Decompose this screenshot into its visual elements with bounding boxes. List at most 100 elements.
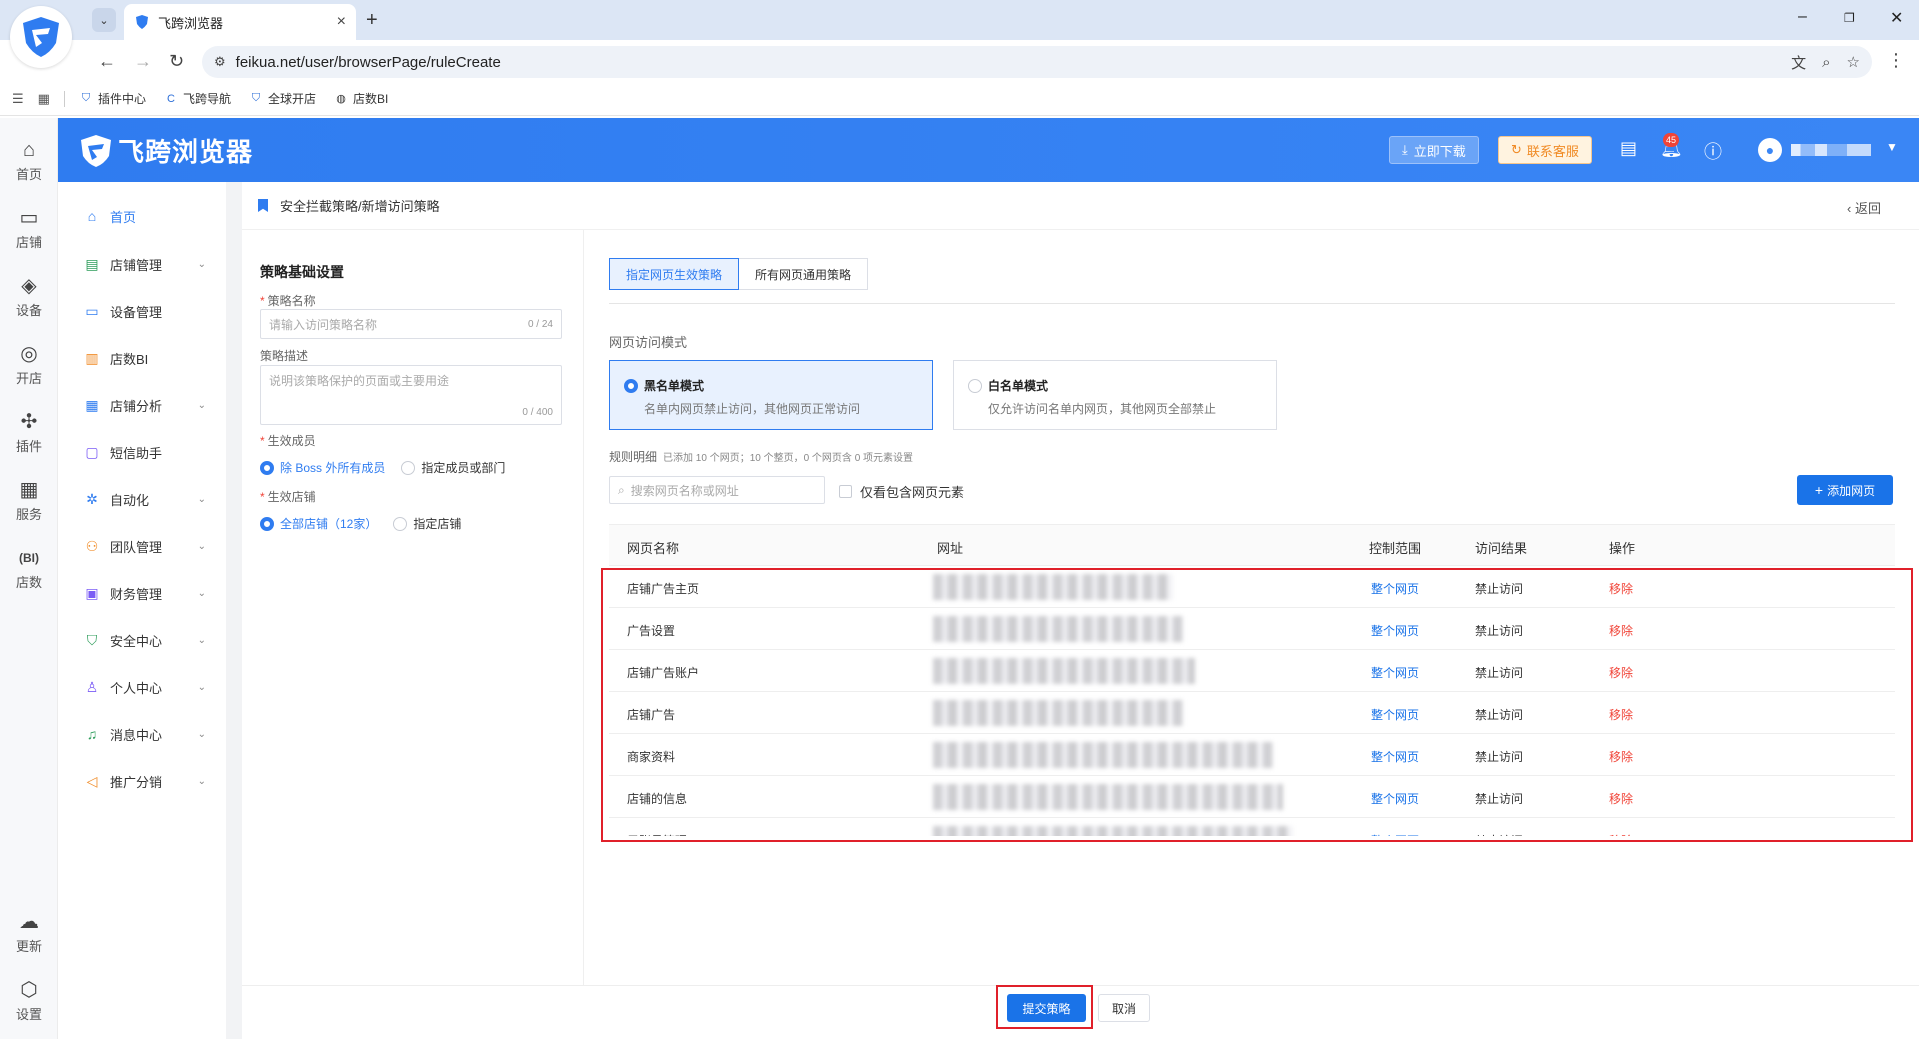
sidebar-item-sms[interactable]: ▢ 短信助手 [58, 432, 226, 472]
sidebar-item-home[interactable]: ⌂ 首页 [58, 196, 226, 236]
page-search-input[interactable]: ⌕ 搜索网页名称或网址 [609, 476, 825, 504]
remove-link[interactable]: 移除 [1609, 622, 1633, 639]
bookmark-global-store[interactable]: ⛉ 全球开店 [249, 90, 316, 107]
members-specific-radio[interactable]: 指定成员或部门 [401, 459, 505, 476]
sidebar-item-personal[interactable]: ♙ 个人中心 ⌄ [58, 667, 226, 707]
close-tab-icon[interactable]: × [337, 13, 346, 31]
layout-gutter [226, 182, 242, 1039]
policy-name-input[interactable]: 请输入访问策略名称 0 / 24 [260, 309, 562, 339]
restore-icon[interactable]: ❐ [1844, 11, 1855, 25]
tab-specific-pages[interactable]: 指定网页生效策略 [609, 258, 740, 290]
notes-icon[interactable]: ▤ [1620, 138, 1637, 159]
remove-link[interactable]: 移除 [1609, 706, 1633, 723]
submit-policy-button[interactable]: 提交策略 [1007, 994, 1086, 1022]
remove-link[interactable]: 移除 [1609, 832, 1633, 836]
bookmark-label: 插件中心 [97, 92, 146, 106]
rail-item-plugins[interactable]: ✣ 插件 [0, 410, 58, 455]
remove-link[interactable]: 移除 [1609, 664, 1633, 681]
back-link[interactable]: ‹ 返回 [1847, 198, 1881, 217]
sidebar-item-store-analysis[interactable]: ▦ 店铺分析 ⌄ [58, 385, 226, 425]
bookmark-flag-icon [258, 199, 268, 212]
reload-icon[interactable]: ↻ [169, 51, 184, 71]
sidebar-item-security[interactable]: ⛉ 安全中心 ⌄ [58, 620, 226, 660]
address-url[interactable]: feikua.net/user/browserPage/ruleCreate [236, 54, 1775, 71]
bookmark-store-bi[interactable]: ◍ 店数BI [334, 90, 388, 107]
cancel-button[interactable]: 取消 [1098, 994, 1150, 1022]
bookmark-plugin-center[interactable]: ⛉ 插件中心 [79, 90, 146, 107]
rail-item-bi[interactable]: (BI) 店数 [0, 546, 58, 591]
stores-all-radio[interactable]: 全部店铺（12家） [260, 515, 377, 532]
remove-link[interactable]: 移除 [1609, 748, 1633, 765]
sidebar-item-store-bi[interactable]: ▥ 店数BI [58, 338, 226, 378]
scope-link[interactable]: 整个网页 [1371, 706, 1419, 723]
remove-link[interactable]: 移除 [1609, 580, 1633, 597]
rail-item-device[interactable]: ◈ 设备 [0, 274, 58, 319]
sidebar-toggle-icon[interactable]: ☰ [12, 91, 24, 107]
bookmark-label: 飞跨导航 [182, 92, 231, 106]
shield-icon: ⛉ [81, 92, 91, 104]
scope-link[interactable]: 整个网页 [1371, 748, 1419, 765]
back-arrow-icon[interactable]: ← [98, 51, 116, 71]
help-icon[interactable]: ⓘ [1704, 138, 1722, 164]
scope-link[interactable]: 整个网页 [1371, 622, 1419, 639]
bookmark-star-icon[interactable]: ☆ [1847, 53, 1860, 71]
chevron-down-icon: ⌄ [197, 493, 206, 505]
rail-item-open-store[interactable]: ◎ 开店 [0, 342, 58, 387]
rail-item-update[interactable]: ☁ 更新 [0, 910, 58, 955]
sidebar-item-team[interactable]: ⚇ 团队管理 ⌄ [58, 526, 226, 566]
minimize-icon[interactable]: – [1798, 8, 1807, 26]
table-row: 子账号管理 整个网页 禁止访问 移除 [609, 818, 1895, 836]
scope-link[interactable]: 整个网页 [1371, 580, 1419, 597]
message-icon: ▢ [85, 443, 99, 460]
tab-all-pages[interactable]: 所有网页通用策略 [739, 258, 869, 290]
address-bar[interactable]: ⚙ feikua.net/user/browserPage/ruleCreate… [202, 46, 1872, 78]
site-info-icon[interactable]: ⚙ [214, 54, 226, 70]
caret-down-icon[interactable]: ▼ [1886, 140, 1898, 154]
contact-support-button[interactable]: ↻ 联系客服 [1498, 136, 1592, 164]
translate-icon[interactable]: 文 [1791, 52, 1806, 73]
add-page-button[interactable]: + 添加网页 [1797, 475, 1893, 505]
scope-link[interactable]: 整个网页 [1371, 832, 1419, 836]
sidebar-item-finance[interactable]: ▣ 财务管理 ⌄ [58, 573, 226, 613]
avatar[interactable]: ● [1758, 138, 1782, 162]
policy-desc-textarea[interactable]: 说明该策略保护的页面或主要用途 0 / 400 [260, 365, 562, 425]
sidebar-item-promotion[interactable]: ◁ 推广分销 ⌄ [58, 761, 226, 801]
only-elements-checkbox[interactable]: 仅看包含网页元素 [839, 482, 964, 501]
scope-link[interactable]: 整个网页 [1371, 664, 1419, 681]
sidebar-item-label: 团队管理 [110, 539, 163, 555]
access-mode-label: 网页访问模式 [609, 335, 688, 350]
new-tab-button[interactable]: + [366, 8, 378, 32]
policy-name-placeholder: 请输入访问策略名称 [269, 317, 378, 332]
zoom-icon[interactable]: ⌕ [1822, 54, 1830, 71]
bookmark-navigation[interactable]: C 飞跨导航 [164, 90, 231, 107]
chevron-down-icon: ⌄ [99, 14, 109, 27]
rail-item-services[interactable]: ▦ 服务 [0, 478, 58, 523]
rail-item-home[interactable]: ⌂ 首页 [0, 138, 58, 183]
stores-specific-radio[interactable]: 指定店铺 [393, 515, 461, 532]
home-icon: ⌂ [87, 208, 97, 224]
tab-search-button[interactable]: ⌄ [92, 8, 116, 32]
username-blurred[interactable] [1791, 144, 1871, 156]
whitelist-mode-card[interactable]: 白名单模式 仅允许访问名单内网页，其他网页全部禁止 [953, 360, 1277, 430]
members-all-radio[interactable]: 除 Boss 外所有成员 [260, 459, 385, 476]
sidebar-item-label: 自动化 [110, 492, 150, 508]
rail-item-store[interactable]: ▭ 店铺 [0, 206, 58, 251]
sidebar-item-messages[interactable]: ♫ 消息中心 ⌄ [58, 714, 226, 754]
download-button[interactable]: ⤓ 立即下载 [1389, 136, 1479, 164]
remove-link[interactable]: 移除 [1609, 790, 1633, 807]
rail-item-settings[interactable]: ⬡ 设置 [0, 978, 58, 1023]
scope-link[interactable]: 整个网页 [1371, 790, 1419, 807]
column-header: 访问结果 [1475, 541, 1528, 556]
settings-icon: ⬡ [20, 979, 38, 1001]
browser-tab[interactable]: 飞跨浏览器 × [124, 4, 356, 40]
sidebar-item-device-management[interactable]: ▭ 设备管理 [58, 291, 226, 331]
sidebar-item-store-management[interactable]: ▤ 店铺管理 ⌄ [58, 244, 226, 284]
sidebar-item-automation[interactable]: ✲ 自动化 ⌄ [58, 479, 226, 519]
blacklist-mode-card[interactable]: 黑名单模式 名单内网页禁止访问，其他网页正常访问 [609, 360, 933, 430]
forward-arrow-icon[interactable]: → [134, 51, 152, 71]
page-name-cell: 商家资料 [627, 750, 676, 764]
close-window-icon[interactable]: ✕ [1890, 8, 1903, 28]
browser-menu-icon[interactable]: ⋮ [1887, 50, 1905, 71]
table-row: 店铺广告账户 整个网页 禁止访问 移除 [609, 650, 1895, 692]
apps-grid-icon[interactable]: ▦ [38, 91, 50, 107]
